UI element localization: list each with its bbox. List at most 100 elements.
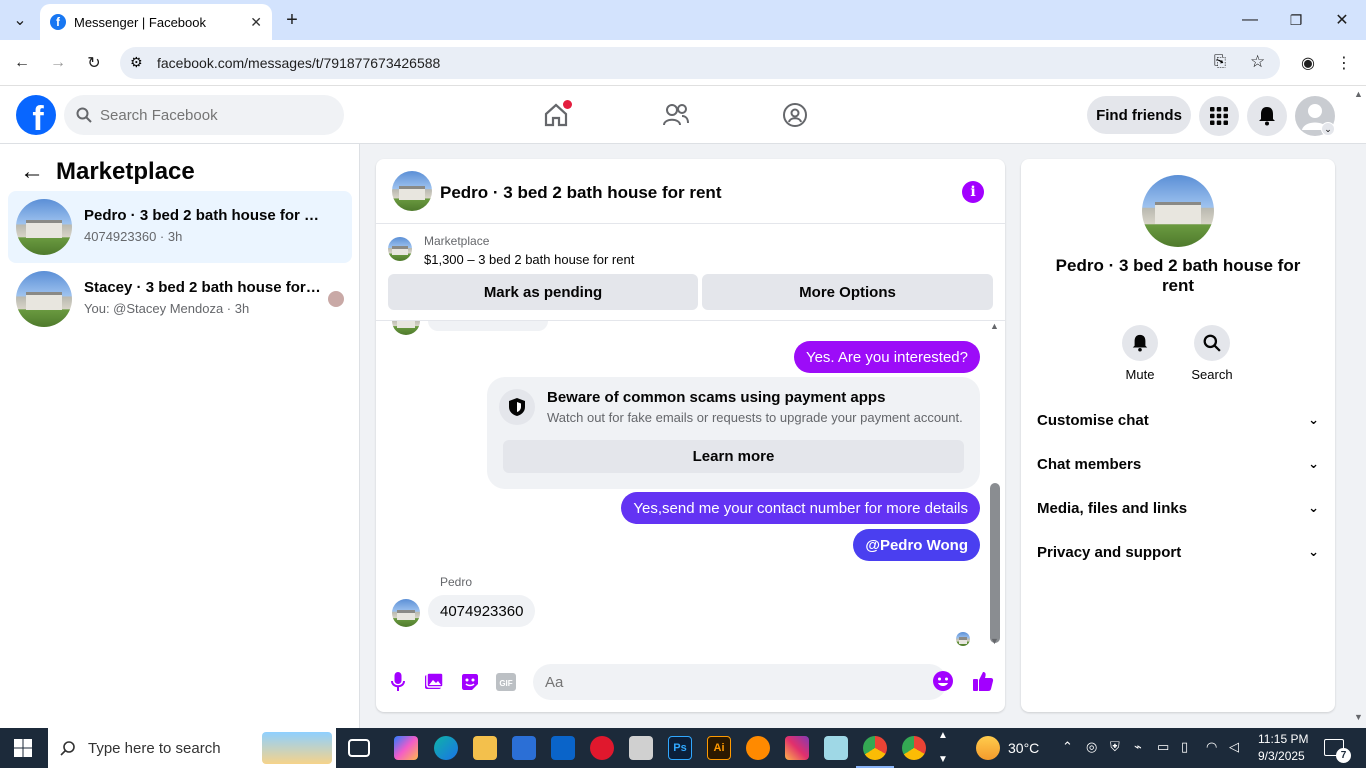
search-label: Search — [1191, 367, 1233, 382]
usb-icon[interactable]: ⌁ — [1134, 739, 1142, 755]
scroll-up-arrow-icon[interactable]: ▲ — [990, 321, 999, 331]
close-tab-icon[interactable]: ✕ — [250, 14, 262, 31]
browser-tab[interactable]: f Messenger | Facebook ✕ — [40, 4, 272, 40]
more-options-button[interactable]: More Options — [702, 274, 993, 310]
close-window-icon[interactable]: ✕ — [1330, 8, 1354, 32]
back-arrow-icon[interactable]: ← — [20, 158, 44, 186]
friends-icon[interactable] — [659, 98, 693, 132]
site-info-icon[interactable]: ⚙ — [130, 54, 143, 71]
windows-start-icon[interactable] — [14, 739, 32, 762]
bookmark-star-icon[interactable]: ☆ — [1250, 52, 1265, 72]
install-app-icon[interactable]: ⎘ — [1214, 53, 1226, 70]
opera-browser-icon[interactable] — [590, 736, 614, 760]
microsoft-store-icon[interactable] — [512, 736, 536, 760]
gif-icon[interactable]: GIF — [495, 671, 517, 693]
groups-icon[interactable] — [778, 98, 812, 132]
outlook-icon[interactable] — [551, 736, 575, 760]
search-in-chat-button[interactable]: Search — [1182, 325, 1242, 382]
find-friends-button[interactable]: Find friends — [1087, 96, 1191, 134]
listing-detail[interactable]: $1,300 – 3 bed 2 bath house for rent — [424, 252, 634, 267]
forward-icon[interactable]: → — [46, 51, 70, 75]
profile-icon[interactable]: ◉ — [1296, 51, 1320, 75]
menu-grid-icon[interactable] — [1199, 96, 1239, 136]
copilot-icon[interactable] — [394, 736, 418, 760]
privacy-support-section[interactable]: Privacy and support ⌄ — [1037, 534, 1319, 570]
wifi-icon[interactable]: ◠ — [1206, 739, 1217, 755]
reload-icon[interactable]: ↻ — [82, 51, 106, 75]
facebook-logo-icon[interactable]: f — [16, 95, 56, 135]
video-editor-icon[interactable] — [629, 736, 653, 760]
outgoing-message: Yes. Are you interested? — [793, 341, 980, 373]
page-scroll-down-icon[interactable]: ▼ — [1354, 712, 1363, 722]
photo-icon[interactable] — [423, 671, 445, 693]
restore-icon[interactable]: ❐ — [1284, 8, 1308, 32]
customise-chat-section[interactable]: Customise chat ⌄ — [1037, 402, 1319, 438]
listing-thumbnail — [16, 271, 72, 327]
incoming-message: 4074923360 — [428, 595, 536, 627]
chat-thumbnail[interactable] — [392, 171, 432, 211]
task-view-icon[interactable] — [348, 739, 370, 757]
display-icon[interactable]: ▭ — [1157, 739, 1169, 755]
chat-title[interactable]: Pedro · 3 bed 2 bath house for rent — [440, 183, 721, 203]
taskbar-search-box[interactable]: Type here to search — [48, 728, 336, 768]
facebook-favicon-icon: f — [50, 14, 66, 30]
sticker-icon[interactable] — [459, 671, 481, 693]
previous-message-bubble — [428, 321, 548, 331]
back-icon[interactable]: ← — [10, 51, 34, 75]
battery-icon[interactable]: ▯ — [1181, 739, 1188, 755]
browser-menu-icon[interactable]: ⋮ — [1332, 51, 1356, 75]
windows-taskbar: Type here to search Ps Ai ▲ ▼ 30°C ⌃ ◎ ⛨… — [0, 728, 1366, 768]
notifications-bell-icon[interactable] — [1247, 96, 1287, 136]
illustrator-icon[interactable]: Ai — [707, 736, 731, 760]
seen-avatar — [328, 291, 344, 307]
learn-more-button[interactable]: Learn more — [503, 440, 964, 473]
info-icon[interactable]: i — [962, 181, 984, 203]
new-tab-icon[interactable]: + — [280, 8, 304, 32]
vpn-shield-icon[interactable] — [746, 736, 770, 760]
section-label: Chat members — [1037, 455, 1142, 473]
camera-icon[interactable]: ◎ — [1086, 739, 1097, 755]
weather-icon[interactable] — [976, 736, 1000, 760]
browser-tab-strip: ⌄ f Messenger | Facebook ✕ + — ❐ ✕ — [0, 0, 1366, 40]
conversation-item-pedro[interactable]: Pedro · 3 bed 2 bath house for rent 4074… — [8, 191, 352, 263]
instagram-icon[interactable] — [785, 736, 809, 760]
sender-name: Pedro — [440, 575, 473, 589]
notification-count-badge: 7 — [1336, 748, 1351, 763]
message-list: Yes. Are you interested? Beware of commo… — [376, 321, 1005, 651]
scroll-down-arrow-icon[interactable]: ▼ — [990, 636, 999, 646]
chrome-profile-icon[interactable] — [902, 736, 926, 760]
photoshop-icon[interactable]: Ps — [668, 736, 692, 760]
mute-button[interactable]: Mute — [1110, 325, 1170, 382]
show-hidden-icons-icon[interactable]: ⌃ — [1062, 739, 1073, 755]
search-icon — [76, 107, 92, 123]
notes-app-icon[interactable] — [824, 736, 848, 760]
edge-browser-icon[interactable] — [434, 736, 458, 760]
message-scrollbar[interactable] — [990, 483, 1000, 643]
account-chevron-icon[interactable]: ⌄ — [1321, 122, 1335, 136]
home-icon[interactable] — [539, 98, 573, 132]
page-scroll-up-icon[interactable]: ▲ — [1354, 89, 1363, 99]
microphone-icon[interactable] — [387, 671, 409, 693]
file-explorer-icon[interactable] — [473, 736, 497, 760]
volume-icon[interactable]: ◁ — [1229, 739, 1239, 755]
mark-as-pending-button[interactable]: Mark as pending — [388, 274, 698, 310]
taskbar-scroll-down-icon[interactable]: ▼ — [938, 754, 948, 765]
bell-icon — [1132, 334, 1148, 352]
clock-time[interactable]: 11:15 PM — [1258, 732, 1308, 746]
minimize-icon[interactable]: — — [1238, 8, 1262, 32]
conversation-item-stacey[interactable]: Stacey · 3 bed 2 bath house for r... You… — [8, 263, 352, 335]
clock-date[interactable]: 9/3/2025 — [1258, 749, 1305, 763]
address-bar[interactable]: ⚙ facebook.com/messages/t/79187767342658… — [120, 47, 1280, 79]
emoji-icon[interactable] — [932, 670, 954, 692]
chrome-icon[interactable] — [863, 736, 887, 760]
media-files-links-section[interactable]: Media, files and links ⌄ — [1037, 490, 1319, 526]
chat-members-section[interactable]: Chat members ⌄ — [1037, 446, 1319, 482]
facebook-search-box[interactable] — [64, 95, 344, 135]
like-thumb-icon[interactable] — [972, 670, 994, 692]
security-icon[interactable]: ⛨ — [1110, 739, 1120, 755]
facebook-search-input[interactable] — [100, 106, 320, 124]
tab-search-icon[interactable]: ⌄ — [8, 8, 32, 32]
message-input[interactable] — [533, 664, 947, 700]
taskbar-scroll-up-icon[interactable]: ▲ — [938, 730, 948, 741]
account-avatar[interactable]: ⌄ — [1295, 96, 1335, 136]
